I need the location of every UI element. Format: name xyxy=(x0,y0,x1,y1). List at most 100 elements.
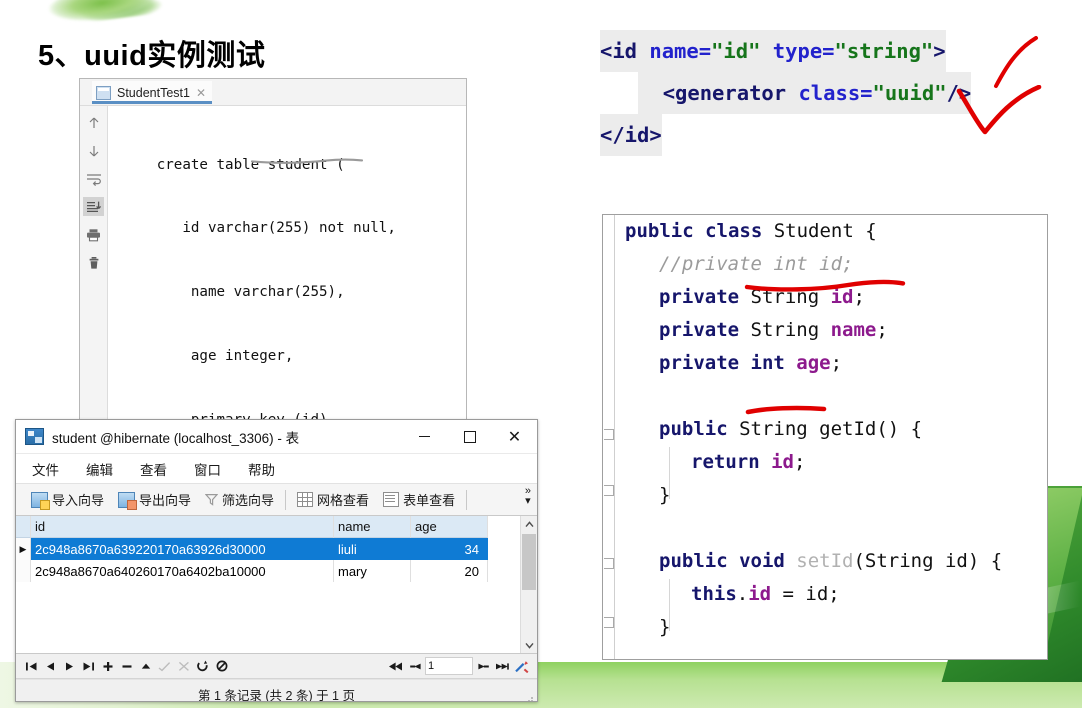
scrollbar-thumb[interactable] xyxy=(522,534,536,590)
scroll-down-arrow-icon[interactable] xyxy=(521,637,537,653)
next-page-button[interactable] xyxy=(474,656,493,676)
cell-name[interactable]: mary xyxy=(334,560,411,582)
cell-name[interactable]: liuli xyxy=(334,538,411,560)
next-record-button[interactable] xyxy=(60,656,79,676)
console-output[interactable]: create table student ( id varchar(255) n… xyxy=(108,106,466,425)
print-icon[interactable] xyxy=(83,225,104,244)
previous-record-button[interactable] xyxy=(41,656,60,676)
java-token: public void xyxy=(659,550,797,572)
menu-item-help[interactable]: 帮助 xyxy=(248,459,275,479)
menu-item-window[interactable]: 窗口 xyxy=(194,459,221,479)
last-record-button[interactable] xyxy=(79,656,98,676)
java-token: id xyxy=(830,286,854,308)
code-fold-gutter[interactable] xyxy=(603,215,615,659)
apply-change-button[interactable] xyxy=(136,656,155,676)
form-view-icon xyxy=(383,492,400,507)
menu-item-view[interactable]: 查看 xyxy=(140,459,167,479)
column-header-age[interactable]: age xyxy=(411,516,488,538)
clear-console-icon[interactable] xyxy=(83,253,104,272)
window-title: student @hibernate (localhost_3306) - 表 xyxy=(52,430,300,446)
indent-guide xyxy=(669,579,670,631)
import-wizard-button[interactable]: 导入向导 xyxy=(24,487,111,513)
hbm-xml-snippet: <id name="id" type="string"> <generator … xyxy=(600,30,1052,156)
close-button[interactable]: ✕ xyxy=(492,421,537,453)
console-line: age integer, xyxy=(114,348,294,365)
column-header-name[interactable]: name xyxy=(334,516,411,538)
form-view-button[interactable]: 表单查看 xyxy=(376,487,462,513)
row-marker: ▶ xyxy=(16,538,31,560)
java-token: //private int id; xyxy=(659,253,854,275)
menu-bar: 文件 编辑 查看 窗口 帮助 xyxy=(16,454,537,483)
tools-button[interactable] xyxy=(512,656,531,676)
maximize-button[interactable] xyxy=(447,421,492,453)
scroll-up-arrow-icon[interactable] xyxy=(521,516,537,532)
java-token: (String id) { xyxy=(853,550,1003,572)
java-token: id xyxy=(771,451,794,473)
java-code-line xyxy=(615,380,1047,413)
table-row[interactable]: 2c948a8670a640260170a6402ba10000 mary 20 xyxy=(16,560,520,582)
fold-marker-icon[interactable] xyxy=(604,485,614,496)
scroll-up-icon[interactable] xyxy=(83,113,104,132)
page-number-input[interactable]: 1 xyxy=(425,657,473,675)
java-source[interactable]: public class Student {//private int id; p… xyxy=(615,215,1047,644)
vertical-scrollbar[interactable] xyxy=(520,516,537,653)
scroll-down-icon[interactable] xyxy=(83,141,104,160)
first-page-button[interactable] xyxy=(386,656,405,676)
cancel-edit-button[interactable] xyxy=(174,656,193,676)
java-code-line: public String getId() { xyxy=(615,413,1047,446)
java-token: age xyxy=(796,352,831,374)
cell-age[interactable]: 20 xyxy=(411,560,488,582)
table-header-row: id name age xyxy=(16,516,520,538)
column-header-id[interactable]: id xyxy=(31,516,334,538)
toolbar-overflow-button[interactable]: » ▾ xyxy=(525,486,531,507)
refresh-button[interactable] xyxy=(193,656,212,676)
row-marker xyxy=(16,560,31,582)
tab-studenttest1[interactable]: StudentTest1 ✕ xyxy=(92,81,213,104)
menu-item-file[interactable]: 文件 xyxy=(32,459,59,479)
chevron-down-icon: ▾ xyxy=(525,495,531,507)
java-code-line xyxy=(615,512,1047,545)
fold-marker-icon[interactable] xyxy=(604,429,614,440)
java-code-line: //private int id; xyxy=(615,248,1047,281)
close-icon[interactable]: ✕ xyxy=(196,86,206,100)
window-titlebar[interactable]: student @hibernate (localhost_3306) - 表 … xyxy=(16,420,537,454)
xml-tag: <generator xyxy=(662,81,799,105)
cell-id[interactable]: 2c948a8670a639220170a63926d30000 xyxy=(31,538,334,560)
console-body: create table student ( id varchar(255) n… xyxy=(80,106,466,425)
grid-view-button[interactable]: 网格查看 xyxy=(290,487,376,513)
java-token: return xyxy=(691,451,772,473)
scrollbar-track[interactable] xyxy=(521,532,537,637)
table-row[interactable]: ▶ 2c948a8670a639220170a63926d30000 liuli… xyxy=(16,538,520,560)
fold-marker-icon[interactable] xyxy=(604,617,614,628)
grid-view-icon xyxy=(297,492,314,507)
console-toolbar xyxy=(80,106,108,425)
scroll-lock-icon[interactable] xyxy=(83,197,104,216)
minimize-button[interactable] xyxy=(402,421,447,453)
last-page-button[interactable] xyxy=(493,656,512,676)
java-token: private int xyxy=(659,352,797,374)
xml-attr-value: "id" xyxy=(711,39,761,63)
menu-item-edit[interactable]: 编辑 xyxy=(86,459,113,479)
console-line: name varchar(255), xyxy=(114,284,345,301)
navicat-app-icon xyxy=(25,428,44,445)
word-wrap-icon[interactable] xyxy=(83,169,104,188)
resize-grip[interactable] xyxy=(525,697,534,701)
previous-page-button[interactable] xyxy=(405,656,424,676)
data-grid[interactable]: id name age ▶ 2c948a8670a639220170a63926… xyxy=(16,516,520,653)
add-record-button[interactable] xyxy=(98,656,117,676)
java-token: name xyxy=(830,319,877,341)
import-wizard-icon xyxy=(31,491,50,510)
fold-marker-icon[interactable] xyxy=(604,558,614,569)
java-code-line: private int age; xyxy=(615,347,1047,380)
java-token: ; xyxy=(793,451,806,473)
stop-button[interactable] xyxy=(212,656,231,676)
java-token: String xyxy=(750,319,831,341)
cell-id[interactable]: 2c948a8670a640260170a6402ba10000 xyxy=(31,560,334,582)
cell-age[interactable]: 34 xyxy=(411,538,488,560)
java-token: Student { xyxy=(773,220,877,242)
export-wizard-button[interactable]: 导出向导 xyxy=(111,487,198,513)
delete-record-button[interactable] xyxy=(117,656,136,676)
first-record-button[interactable] xyxy=(22,656,41,676)
confirm-edit-button[interactable] xyxy=(155,656,174,676)
filter-wizard-button[interactable]: 筛选向导 xyxy=(198,487,281,513)
